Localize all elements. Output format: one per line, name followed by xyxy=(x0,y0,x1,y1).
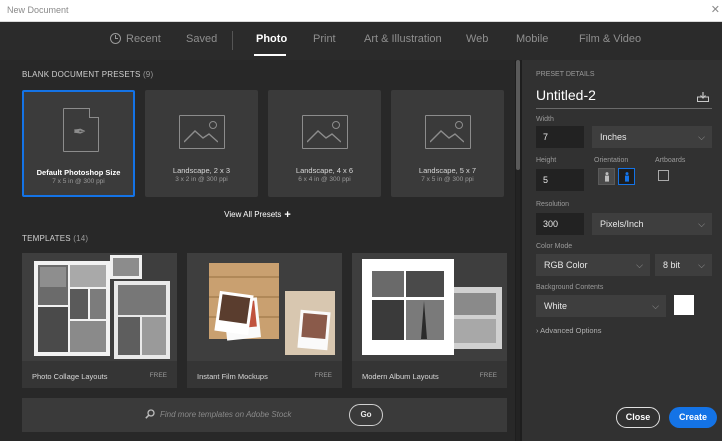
background-contents-select[interactable]: White ⌵ xyxy=(536,295,666,317)
preset-default-photoshop-size[interactable]: ✒ Default Photoshop Size 7 x 5 in @ 300 … xyxy=(22,90,135,197)
tab-film-video[interactable]: Film & Video xyxy=(579,33,641,45)
template-modern-album[interactable]: Modern Album Layouts FREE xyxy=(352,253,507,388)
templates-section-title: TEMPLATES (14) xyxy=(22,234,89,243)
preset-size: 3 x 2 in @ 300 ppi xyxy=(175,176,228,183)
preset-size: 7 x 5 in @ 300 ppi xyxy=(52,178,105,185)
tab-print[interactable]: Print xyxy=(313,33,336,45)
name-underline xyxy=(536,108,712,109)
preset-size: 6 x 4 in @ 300 ppi xyxy=(298,176,351,183)
advanced-options-toggle[interactable]: › Advanced Options xyxy=(536,326,601,335)
tab-recent[interactable]: Recent xyxy=(110,33,161,45)
chevron-down-icon: ⌵ xyxy=(652,301,659,311)
document-name-input[interactable]: Untitled-2 xyxy=(536,87,596,103)
resolution-input[interactable]: 300 xyxy=(536,213,584,235)
active-tab-indicator xyxy=(254,54,286,56)
tab-mobile[interactable]: Mobile xyxy=(516,33,548,45)
orientation-label: Orientation xyxy=(594,157,629,164)
tab-photo[interactable]: Photo xyxy=(256,33,287,45)
stock-search-input[interactable]: Find more templates on Adobe Stock xyxy=(160,410,291,419)
template-thumbnail xyxy=(352,253,507,361)
adobe-stock-search: Find more templates on Adobe Stock Go xyxy=(22,398,507,432)
landscape-image-icon xyxy=(302,115,348,149)
portrait-icon xyxy=(605,172,609,182)
width-input[interactable]: 7 xyxy=(536,126,584,148)
chevron-down-icon: ⌵ xyxy=(698,260,705,270)
resolution-unit-select[interactable]: Pixels/Inch ⌵ xyxy=(592,213,712,235)
view-all-presets-button[interactable]: View All Presets + xyxy=(0,209,515,221)
background-color-swatch[interactable] xyxy=(674,295,694,315)
template-thumbnail xyxy=(187,253,342,361)
color-mode-label: Color Mode xyxy=(536,243,573,250)
template-name: Photo Collage Layouts xyxy=(32,372,108,381)
title-bar: New Document ✕ xyxy=(0,0,722,22)
free-badge: FREE xyxy=(479,372,497,379)
tab-divider xyxy=(232,31,233,50)
chevron-down-icon: ⌵ xyxy=(636,260,643,270)
preset-name: Landscape, 5 x 7 xyxy=(418,166,477,175)
tab-web[interactable]: Web xyxy=(466,33,488,45)
landscape-image-icon xyxy=(425,115,471,149)
category-tabs: Recent Saved Photo Print Art & Illustrat… xyxy=(0,22,722,60)
chevron-down-icon: ⌵ xyxy=(698,219,705,229)
template-photo-collage[interactable]: Photo Collage Layouts FREE xyxy=(22,253,177,388)
chevron-down-icon: ⌵ xyxy=(698,132,705,142)
portrait-orientation-button[interactable] xyxy=(598,168,615,185)
artboards-checkbox[interactable] xyxy=(658,170,669,181)
preset-name: Landscape, 2 x 3 xyxy=(172,166,231,175)
color-mode-select[interactable]: RGB Color ⌵ xyxy=(536,254,650,276)
artboards-label: Artboards xyxy=(655,157,686,164)
presets-section-title: BLANK DOCUMENT PRESETS (9) xyxy=(22,70,154,79)
height-label: Height xyxy=(536,157,557,164)
landscape-image-icon xyxy=(179,115,225,149)
width-label: Width xyxy=(536,116,554,123)
close-button[interactable]: Close xyxy=(616,407,660,428)
preset-name: Landscape, 4 x 6 xyxy=(295,166,354,175)
width-unit-select[interactable]: Inches ⌵ xyxy=(592,126,712,148)
landscape-orientation-button[interactable] xyxy=(618,168,635,185)
resolution-label: Resolution xyxy=(536,201,570,208)
background-contents-label: Background Contents xyxy=(536,284,604,291)
plus-icon: + xyxy=(284,209,291,221)
preset-details-panel: PRESET DETAILS Untitled-2 Width 7 Inches… xyxy=(522,60,722,441)
preset-landscape-2x3[interactable]: Landscape, 2 x 3 3 x 2 in @ 300 ppi xyxy=(145,90,258,197)
template-name: Instant Film Mockups xyxy=(197,372,268,381)
search-icon xyxy=(145,409,155,419)
chevron-right-icon: › xyxy=(536,326,539,335)
landscape-icon xyxy=(625,172,629,182)
window-title: New Document xyxy=(7,5,69,15)
template-instant-film[interactable]: Instant Film Mockups FREE xyxy=(187,253,342,388)
preset-name: Default Photoshop Size xyxy=(36,168,121,177)
template-name: Modern Album Layouts xyxy=(362,372,439,381)
scrollbar-thumb[interactable] xyxy=(516,60,520,170)
photoshop-document-icon: ✒ xyxy=(63,108,99,152)
height-input[interactable]: 5 xyxy=(536,169,584,191)
template-thumbnail xyxy=(22,253,177,361)
tab-art-illustration[interactable]: Art & Illustration xyxy=(364,33,442,45)
bit-depth-select[interactable]: 8 bit ⌵ xyxy=(655,254,712,276)
preset-details-header: PRESET DETAILS xyxy=(536,71,595,78)
preset-size: 7 x 5 in @ 300 ppi xyxy=(421,176,474,183)
tab-label: Recent xyxy=(126,33,161,45)
go-button[interactable]: Go xyxy=(349,404,383,426)
tab-saved[interactable]: Saved xyxy=(186,33,217,45)
presets-scrollbar[interactable] xyxy=(516,60,520,441)
save-preset-icon[interactable] xyxy=(697,92,709,102)
preset-landscape-4x6[interactable]: Landscape, 4 x 6 6 x 4 in @ 300 ppi xyxy=(268,90,381,197)
create-button[interactable]: Create xyxy=(669,407,717,428)
presets-panel: BLANK DOCUMENT PRESETS (9) ✒ Default Pho… xyxy=(0,60,515,441)
clock-icon xyxy=(110,33,121,44)
window-close-icon[interactable]: ✕ xyxy=(711,3,720,16)
preset-landscape-5x7[interactable]: Landscape, 5 x 7 7 x 5 in @ 300 ppi xyxy=(391,90,504,197)
free-badge: FREE xyxy=(149,372,167,379)
free-badge: FREE xyxy=(314,372,332,379)
